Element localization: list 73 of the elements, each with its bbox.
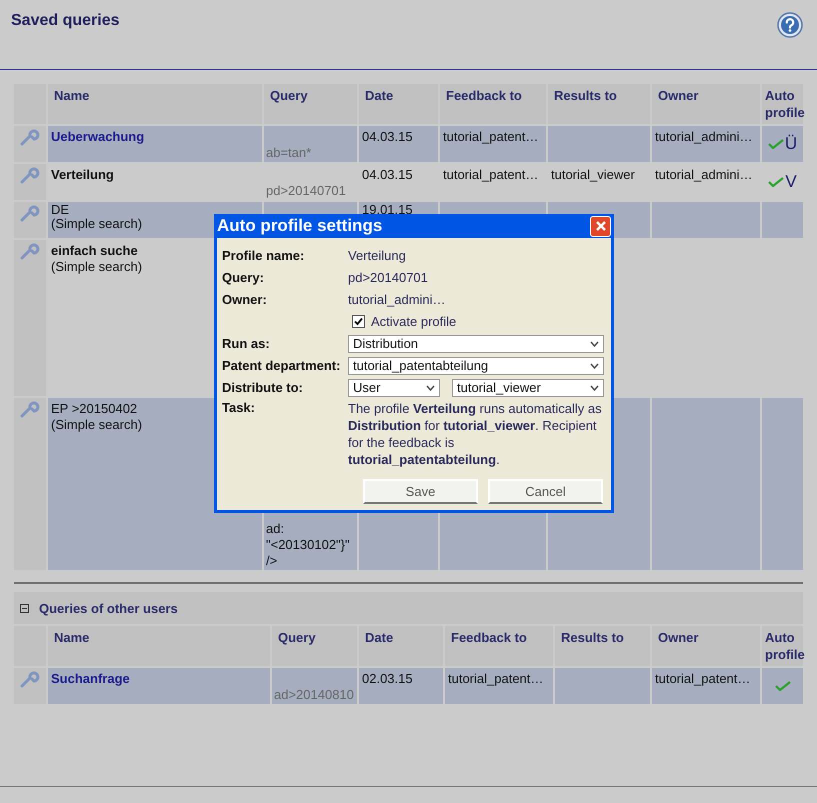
column-header[interactable]: Auto profile: [762, 626, 803, 666]
query-text: ab=tan*: [266, 145, 312, 161]
collapse-icon[interactable]: [20, 604, 29, 612]
close-button[interactable]: [590, 216, 611, 236]
distribute-target-dropdown[interactable]: tutorial_viewer: [452, 378, 604, 396]
field-label: Profile name:: [222, 248, 306, 263]
query-name: Verteilung: [51, 167, 114, 183]
owner-value: tutorial_admini…: [348, 292, 446, 307]
checkmark-icon[interactable]: [774, 681, 790, 691]
profile-letter: V: [785, 172, 797, 192]
query-name: DE: [51, 203, 70, 217]
query-name: EP >20150402: [51, 401, 138, 417]
query-type: (Simple search): [51, 417, 142, 433]
column-header[interactable]: Date: [359, 626, 443, 666]
date-cell: 19.01.15: [362, 203, 413, 217]
column-header[interactable]: Query: [272, 626, 357, 666]
query-value: pd>20140701: [348, 270, 428, 285]
feedback-cell: tutorial_patent…: [448, 671, 544, 687]
field-label: Query:: [222, 270, 265, 285]
query-name[interactable]: Ueberwachung: [51, 129, 144, 145]
column-header[interactable]: Feedback to: [440, 84, 546, 124]
column-header[interactable]: Owner: [652, 84, 760, 124]
field-label: Run as:: [222, 336, 271, 351]
close-icon[interactable]: [594, 220, 606, 232]
caret-icon[interactable]: [590, 362, 599, 368]
results-cell: tutorial_viewer: [551, 167, 635, 183]
caret-icon[interactable]: [590, 384, 599, 390]
column-header[interactable]: Auto profile: [762, 84, 803, 124]
query-text: ad>20140810: [274, 687, 355, 703]
distribute-type-dropdown[interactable]: User: [348, 378, 440, 396]
section-header[interactable]: Queries of other users: [14, 592, 803, 624]
query-text: ad: "<20130102"}" />: [266, 521, 351, 569]
owner-cell: tutorial_patent…: [655, 671, 750, 687]
run-as-dropdown[interactable]: Distribution: [348, 334, 604, 352]
help-icon[interactable]: [777, 12, 803, 38]
column-header[interactable]: Feedback to: [445, 626, 553, 666]
column-header[interactable]: Results to: [548, 84, 650, 124]
feedback-cell: tutorial_patent…: [443, 129, 538, 145]
owner-cell: tutorial_admini…: [655, 129, 753, 145]
field-label: Distribute to:: [222, 380, 304, 395]
owner-cell: tutorial_admini…: [655, 167, 753, 183]
profile-name: Verteilung: [348, 248, 406, 263]
column-header[interactable]: Name: [48, 84, 262, 124]
query-type: (Simple search): [51, 259, 142, 275]
checkbox-label[interactable]: Activate profile: [371, 314, 456, 329]
caret-icon[interactable]: [426, 384, 435, 390]
column-header[interactable]: Owner: [652, 626, 760, 666]
checkmark-icon[interactable]: [768, 177, 784, 187]
column-header[interactable]: Query: [264, 84, 357, 124]
page-title: Saved queries: [11, 12, 120, 30]
query-name[interactable]: Suchanfrage: [51, 671, 130, 687]
save-button[interactable]: Save: [363, 479, 478, 504]
query-text: pd>20140701: [266, 183, 347, 199]
column-header[interactable]: Date: [359, 84, 438, 124]
dialog-title: Auto profile settings: [217, 216, 382, 236]
query-name: einfach suche: [51, 243, 138, 259]
column-header[interactable]: Name: [48, 626, 270, 666]
feedback-cell: tutorial_patent…: [443, 167, 538, 183]
department-dropdown[interactable]: tutorial_patentabteilung: [348, 356, 604, 374]
checkmark-icon[interactable]: [768, 139, 784, 149]
date-cell: 04.03.15: [362, 129, 413, 145]
field-label: Task:: [222, 400, 256, 415]
caret-icon[interactable]: [590, 340, 599, 346]
profile-letter: Ü: [784, 134, 798, 154]
date-cell: 02.03.15: [362, 671, 413, 687]
activate-checkbox[interactable]: [352, 315, 365, 328]
field-label: Owner:: [222, 292, 268, 307]
query-type: (Simple search): [51, 217, 142, 231]
date-cell: 04.03.15: [362, 167, 413, 183]
field-label: Patent department:: [222, 358, 342, 373]
task-description: The profile Verteilung runs automatically as Distribution for tutorial_viewer. Recipient for the feedback is tutorial_patentabteilung.: [348, 400, 603, 468]
cancel-button[interactable]: Cancel: [488, 479, 603, 504]
column-header[interactable]: Results to: [555, 626, 650, 666]
